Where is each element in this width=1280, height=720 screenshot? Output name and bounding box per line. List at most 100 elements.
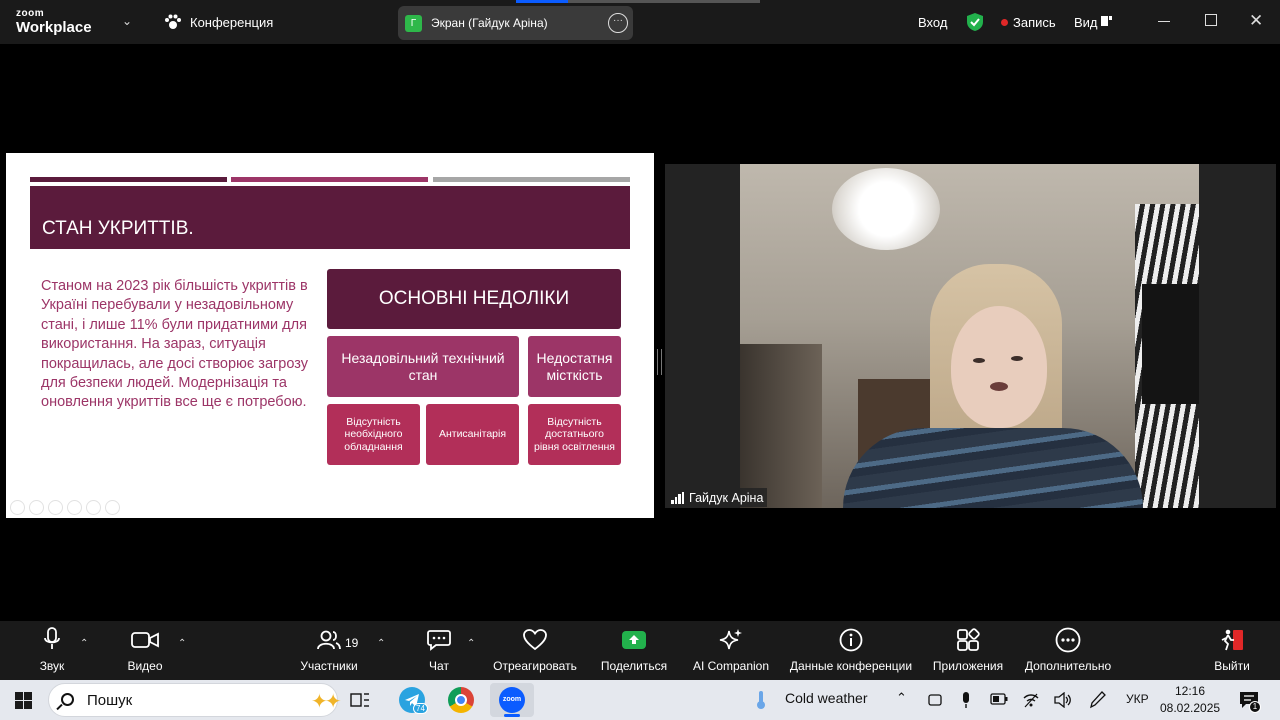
- share-progress-strip: [516, 0, 760, 3]
- record-label: Запись: [1013, 15, 1056, 30]
- mic-tray-icon[interactable]: [960, 691, 972, 709]
- ai-companion-button[interactable]: AI Companion: [690, 621, 772, 680]
- participant-name: Гайдук Аріна: [689, 490, 764, 505]
- system-clock[interactable]: 12:16 08.02.2025: [1160, 683, 1220, 717]
- react-label: Отреагировать: [493, 659, 577, 673]
- view-layout-icon[interactable]: [1101, 15, 1113, 27]
- thermometer-icon: [757, 691, 765, 709]
- camera-icon: [131, 632, 159, 648]
- more-label: Дополнительно: [1024, 659, 1112, 673]
- chat-label: Чат: [429, 659, 449, 673]
- mouth: [990, 382, 1008, 391]
- more-icon[interactable]: [105, 500, 120, 515]
- react-button[interactable]: Отреагировать: [491, 621, 579, 680]
- chat-chevron-icon[interactable]: ⌃: [467, 638, 475, 649]
- apps-button[interactable]: Приложения: [929, 621, 1007, 680]
- login-button[interactable]: Вход: [918, 15, 947, 30]
- logo-line2: Workplace: [16, 19, 92, 36]
- next-slide-icon[interactable]: [29, 500, 44, 515]
- share-screen-button[interactable]: Поделиться: [599, 621, 669, 680]
- share-screen-icon: [622, 631, 646, 649]
- chevron-down-icon[interactable]: ⌄: [122, 14, 132, 28]
- zoom-taskbar-button[interactable]: zoom: [490, 683, 534, 717]
- participants-chevron-icon[interactable]: ⌃: [377, 638, 385, 649]
- sharer-avatar: Г: [405, 14, 422, 32]
- clock-date: 08.02.2025: [1160, 701, 1221, 715]
- leave-button[interactable]: Выйти: [1211, 621, 1253, 680]
- share-label: Поделиться: [600, 659, 668, 673]
- close-icon[interactable]: ✕: [1249, 11, 1263, 31]
- slide-nav-controls[interactable]: [10, 500, 120, 515]
- person-sweater: [843, 428, 1143, 508]
- more-options-icon[interactable]: ···: [608, 13, 628, 33]
- zoom-logo[interactable]: zoom Workplace: [16, 8, 92, 36]
- zoom-app-icon: zoom: [499, 687, 525, 713]
- taskbar-search[interactable]: Пошук ✦✦: [48, 683, 341, 717]
- shared-slide: СТАН УКРИТТІВ. Станом на 2023 рік більші…: [6, 153, 654, 518]
- tray-overflow-icon[interactable]: ⌃: [896, 690, 907, 706]
- pen-tray-icon[interactable]: [1090, 691, 1106, 709]
- windows-start-icon[interactable]: [15, 692, 32, 709]
- video-label: Видео: [127, 659, 163, 673]
- wifi-icon[interactable]: [1022, 692, 1040, 708]
- chat-button[interactable]: Чат: [425, 621, 453, 680]
- pen-icon[interactable]: [48, 500, 63, 515]
- conference-label: Конференция: [190, 14, 274, 30]
- screen-share-pill[interactable]: Г Экран (Гайдук Аріна) ···: [398, 6, 633, 40]
- slide-title-band: СТАН УКРИТТІВ.: [30, 186, 630, 249]
- participants-button[interactable]: Участники: [297, 621, 361, 680]
- audio-chevron-icon[interactable]: ⌃: [80, 638, 88, 649]
- view-button[interactable]: Вид: [1074, 15, 1098, 30]
- video-chevron-icon[interactable]: ⌃: [178, 638, 186, 649]
- info-icon: [839, 628, 863, 652]
- logo-line1: zoom: [16, 8, 45, 19]
- record-button[interactable]: Запись: [1001, 15, 1056, 30]
- search-placeholder: Пошук: [87, 691, 133, 709]
- record-dot-icon: [1001, 19, 1008, 26]
- language-indicator[interactable]: УКР: [1126, 692, 1149, 706]
- left-eye: [973, 358, 985, 363]
- telegram-icon[interactable]: 74: [399, 687, 428, 714]
- more-button[interactable]: Дополнительно: [1020, 621, 1116, 680]
- restore-icon[interactable]: [1205, 14, 1217, 26]
- participant-video-tile[interactable]: Гайдук Аріна: [665, 164, 1276, 508]
- battery-icon[interactable]: [990, 693, 1008, 705]
- slides-grid-icon[interactable]: [67, 500, 82, 515]
- clock-time: 12:16: [1174, 684, 1206, 698]
- conference-menu[interactable]: Конференция: [164, 14, 273, 30]
- telegram-badge: 74: [413, 703, 428, 714]
- microphone-icon: [44, 627, 60, 649]
- volume-icon[interactable]: [1054, 692, 1072, 708]
- lighting-box: Відсутність достатнього рівня освітлення: [528, 404, 621, 465]
- chrome-icon[interactable]: [448, 687, 474, 713]
- more-dots-icon: [1055, 627, 1081, 653]
- prev-slide-icon[interactable]: [10, 500, 25, 515]
- info-label: Данные конференции: [789, 659, 913, 673]
- meeting-info-button[interactable]: Данные конференции: [786, 621, 916, 680]
- task-view-icon[interactable]: [350, 691, 370, 709]
- search-icon-handle: [56, 703, 63, 711]
- chrome-center: [455, 694, 467, 706]
- ai-sparkle-icon: [719, 629, 742, 650]
- notification-count: 1: [1249, 701, 1261, 713]
- heart-icon: [523, 629, 547, 651]
- main-shortcomings-box: ОСНОВНІ НЕДОЛІКИ: [327, 269, 621, 329]
- leave-label: Выйти: [1214, 659, 1250, 673]
- video-button[interactable]: Видео: [125, 621, 165, 680]
- capacity-box: Недостатня місткість: [528, 336, 621, 397]
- apps-label: Приложения: [932, 659, 1004, 673]
- participants-icon: [317, 630, 341, 650]
- audio-button[interactable]: Звук: [34, 621, 70, 680]
- audio-label: Звук: [39, 659, 65, 673]
- background-screen: [1142, 284, 1199, 404]
- minimize-icon[interactable]: [1158, 21, 1170, 22]
- weather-widget[interactable]: Cold weather: [785, 690, 868, 706]
- shield-check-icon[interactable]: [966, 12, 984, 32]
- zoom-icon[interactable]: [86, 500, 101, 515]
- search-highlight-icon: ✦✦: [311, 691, 341, 713]
- split-resize-handle[interactable]: [657, 349, 662, 375]
- equipment-box: Відсутність необхідного обладнання: [327, 404, 420, 465]
- windows-taskbar: Пошук ✦✦ 74 zoom Cold weather ⌃ УКР 12:1…: [0, 680, 1280, 720]
- zoom-tray-icon[interactable]: [928, 692, 942, 708]
- participants-label: Участники: [300, 659, 358, 673]
